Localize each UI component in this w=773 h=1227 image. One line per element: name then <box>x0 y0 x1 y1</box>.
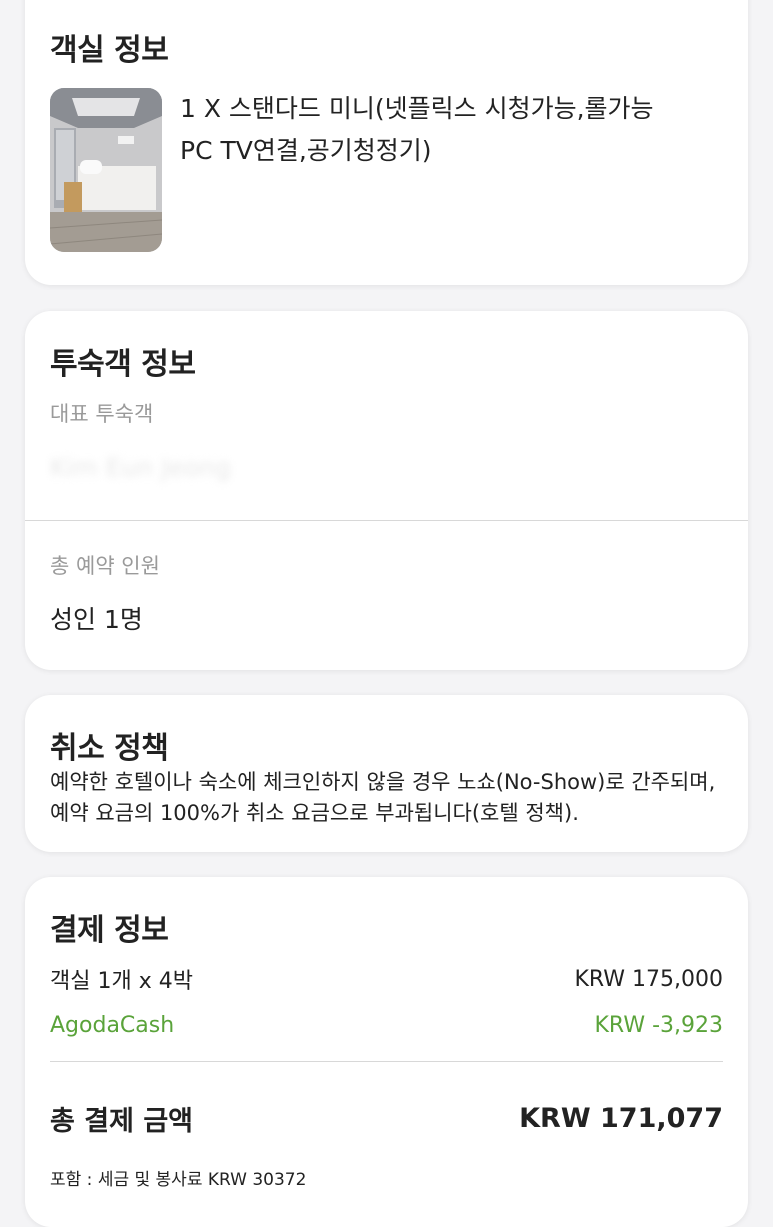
room-description-line1: 1 X 스탠다드 미니(넷플릭스 시청가능,롤가능 <box>180 94 654 123</box>
room-description: 1 X 스탠다드 미니(넷플릭스 시청가능,롤가능 PC TV연결,공기청정기) <box>180 88 710 172</box>
total-row: 총 결제 금액 KRW 171,077 <box>50 1099 723 1138</box>
guest-divider <box>25 520 748 521</box>
guest-info-title: 투숙객 정보 <box>50 347 196 382</box>
main-guest-label: 대표 투숙객 <box>50 402 154 426</box>
guest-info-card: 투숙객 정보 대표 투숙객 Kim Eun Jeong 총 예약 인원 성인 1… <box>25 311 748 670</box>
room-info-card: 객실 정보 1 X 스탠다드 미니(넷플릭스 시청가능,롤가능 PC TV연결,… <box>25 0 748 285</box>
cancel-policy-text: 예약한 호텔이나 숙소에 체크인하지 않을 경우 노쇼(No-Show)로 간주… <box>50 770 716 825</box>
room-photo[interactable] <box>50 88 162 252</box>
room-info-title: 객실 정보 <box>50 33 169 68</box>
agodacash-row: AgodaCash KRW -3,923 <box>50 1013 723 1038</box>
payment-divider <box>50 1061 723 1062</box>
agodacash-value: KRW -3,923 <box>594 1013 724 1038</box>
cancel-policy-title: 취소 정책 <box>50 731 169 766</box>
total-value: KRW 171,077 <box>519 1103 723 1134</box>
room-charge-label: 객실 1개 x 4박 <box>50 969 193 994</box>
tax-note: 포함 : 세금 및 봉사료 KRW 30372 <box>50 1170 307 1190</box>
room-charge-row: 객실 1개 x 4박 KRW 175,000 <box>50 963 723 995</box>
total-guests-label: 총 예약 인원 <box>50 554 160 578</box>
total-label: 총 결제 금액 <box>50 1106 193 1137</box>
room-charge-value: KRW 175,000 <box>574 966 723 992</box>
agodacash-label: AgodaCash <box>50 1013 175 1038</box>
main-guest-value: Kim Eun Jeong <box>50 453 231 482</box>
total-guests-value: 성인 1명 <box>50 605 143 634</box>
cancel-policy-card: 취소 정책 예약한 호텔이나 숙소에 체크인하지 않을 경우 노쇼(No-Sho… <box>25 695 748 852</box>
payment-info-title: 결제 정보 <box>50 913 169 948</box>
payment-info-card: 결제 정보 객실 1개 x 4박 KRW 175,000 AgodaCash K… <box>25 877 748 1227</box>
room-description-line2: PC TV연결,공기청정기) <box>180 136 432 165</box>
